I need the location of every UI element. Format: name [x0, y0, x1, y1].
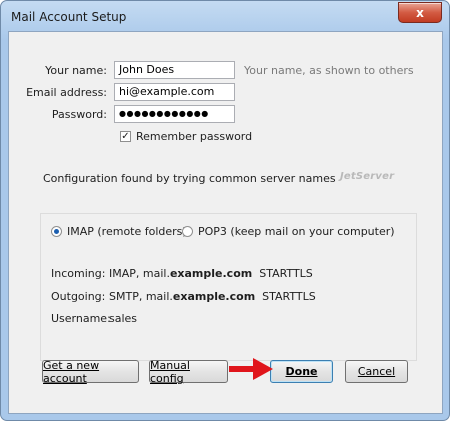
- mail-account-setup-window: Mail Account Setup x Your name: John Doe…: [0, 0, 450, 421]
- get-new-account-button[interactable]: Get a new account: [42, 358, 139, 385]
- your-name-label: Your name:: [45, 64, 107, 77]
- incoming-value: IMAP, mail.example.com STARTTLS: [109, 267, 313, 280]
- done-label: Done: [285, 365, 318, 378]
- get-new-account-label: Get a new account: [43, 358, 100, 385]
- email-address-label: Email address:: [26, 86, 107, 99]
- cancel-button[interactable]: Cancel: [345, 360, 408, 383]
- username-label: Username:: [51, 312, 111, 325]
- imap-radio[interactable]: [51, 226, 62, 237]
- jetserver-logo: JetServer: [340, 171, 395, 182]
- username-value: sales: [109, 312, 138, 325]
- manual-config-button[interactable]: Manual config: [149, 358, 228, 385]
- remember-password-checkbox[interactable]: ✓: [120, 131, 131, 142]
- checkmark-icon: ✓: [121, 130, 130, 142]
- server-settings-group: IMAP (remote folders) POP3 (keep mail on…: [40, 213, 417, 361]
- incoming-server-domain: example.com: [169, 267, 253, 280]
- imap-radio-label: IMAP (remote folders): [67, 225, 187, 238]
- remember-password-label: Remember password: [136, 130, 253, 143]
- dialog-body: Your name: John Does Your name, as shown…: [8, 31, 443, 414]
- manual-config-label: Manual config: [150, 358, 190, 385]
- cancel-label: Cancel: [357, 365, 396, 378]
- outgoing-value: SMTP, mail.example.com STARTTLS: [109, 290, 316, 303]
- radio-selected-dot: [54, 229, 59, 234]
- pop3-radio-label: POP3 (keep mail on your computer): [198, 225, 395, 238]
- your-name-hint: Your name, as shown to others: [244, 64, 414, 77]
- incoming-server-prefix: IMAP, mail.: [109, 267, 170, 280]
- outgoing-label: Outgoing:: [51, 290, 106, 303]
- pop3-radio[interactable]: [182, 226, 193, 237]
- configuration-status-text: Configuration found by trying common ser…: [43, 172, 336, 185]
- outgoing-security: STARTTLS: [262, 290, 316, 303]
- outgoing-server-domain: example.com: [172, 290, 256, 303]
- window-title: Mail Account Setup: [11, 10, 127, 24]
- incoming-label: Incoming:: [51, 267, 106, 280]
- title-bar[interactable]: Mail Account Setup x: [1, 1, 449, 31]
- red-arrow-icon: [229, 358, 273, 380]
- incoming-security: STARTTLS: [259, 267, 313, 280]
- email-address-input[interactable]: hi@example.com: [114, 83, 235, 101]
- password-label: Password:: [51, 108, 107, 121]
- done-button[interactable]: Done: [270, 360, 333, 383]
- your-name-input[interactable]: John Does: [114, 61, 235, 79]
- close-button[interactable]: x: [398, 2, 442, 23]
- password-input[interactable]: ●●●●●●●●●●●●: [114, 105, 235, 123]
- outgoing-server-prefix: SMTP, mail.: [109, 290, 173, 303]
- close-icon: x: [416, 5, 424, 20]
